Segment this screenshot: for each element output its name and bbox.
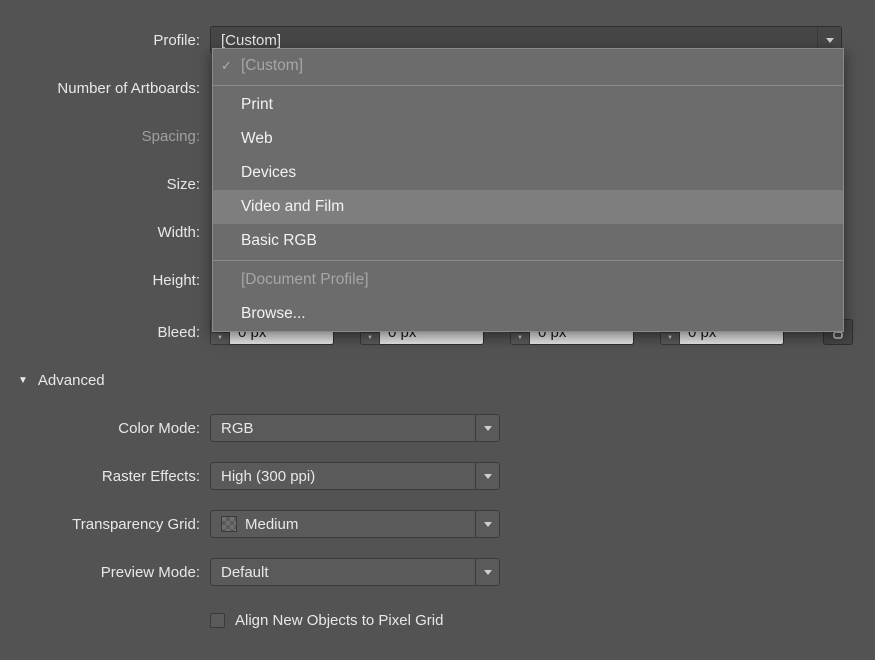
height-label: Height: (0, 272, 210, 289)
raster-effects-value: High (300 ppi) (221, 468, 315, 485)
profile-option-print[interactable]: Print (213, 88, 843, 122)
size-label: Size: (0, 176, 210, 193)
align-to-pixel-grid-label: Align New Objects to Pixel Grid (235, 612, 443, 629)
profile-menu: ✓ [Custom] Print Web Devices Video and F… (212, 48, 844, 332)
raster-effects-select[interactable]: High (300 ppi) (210, 462, 500, 490)
profile-option-custom[interactable]: ✓ [Custom] (213, 49, 843, 83)
color-mode-value: RGB (221, 420, 254, 437)
disclosure-triangle-icon: ▼ (18, 375, 28, 386)
profile-option-devices[interactable]: Devices (213, 156, 843, 190)
profile-selected-value: [Custom] (221, 32, 281, 49)
checkmark-icon: ✓ (221, 58, 232, 74)
chevron-down-icon (475, 559, 499, 585)
chevron-down-icon[interactable]: ▼ (211, 333, 229, 345)
chevron-down-icon[interactable]: ▼ (511, 333, 529, 345)
chevron-down-icon[interactable]: ▼ (661, 333, 679, 345)
profile-option-document-profile[interactable]: [Document Profile] (213, 263, 843, 297)
artboards-label: Number of Artboards: (0, 80, 210, 97)
menu-separator (213, 85, 843, 86)
profile-option-basic-rgb[interactable]: Basic RGB (213, 224, 843, 258)
advanced-section-toggle[interactable]: ▼ Advanced (0, 356, 875, 404)
profile-label: Profile: (0, 32, 210, 49)
spacing-label: Spacing: (0, 128, 210, 145)
align-to-pixel-grid-field[interactable]: Align New Objects to Pixel Grid (210, 612, 443, 629)
bleed-label: Bleed: (0, 324, 210, 341)
chevron-down-icon[interactable]: ▼ (361, 333, 379, 345)
menu-separator (213, 260, 843, 261)
transparency-grid-label: Transparency Grid: (0, 516, 210, 533)
color-mode-select[interactable]: RGB (210, 414, 500, 442)
preview-mode-value: Default (221, 564, 269, 581)
transparency-grid-value: Medium (245, 516, 298, 533)
profile-option-browse[interactable]: Browse... (213, 297, 843, 331)
preview-mode-label: Preview Mode: (0, 564, 210, 581)
chevron-down-icon (475, 463, 499, 489)
width-label: Width: (0, 224, 210, 241)
chevron-down-icon (475, 415, 499, 441)
preview-mode-select[interactable]: Default (210, 558, 500, 586)
advanced-section-label: Advanced (38, 372, 105, 389)
transparency-grid-select[interactable]: Medium (210, 510, 500, 538)
align-to-pixel-grid-checkbox[interactable] (210, 613, 225, 628)
raster-effects-label: Raster Effects: (0, 468, 210, 485)
chevron-down-icon (475, 511, 499, 537)
profile-option-video-and-film[interactable]: Video and Film (213, 190, 843, 224)
profile-option-web[interactable]: Web (213, 122, 843, 156)
transparency-swatch-icon (221, 516, 237, 532)
color-mode-label: Color Mode: (0, 420, 210, 437)
